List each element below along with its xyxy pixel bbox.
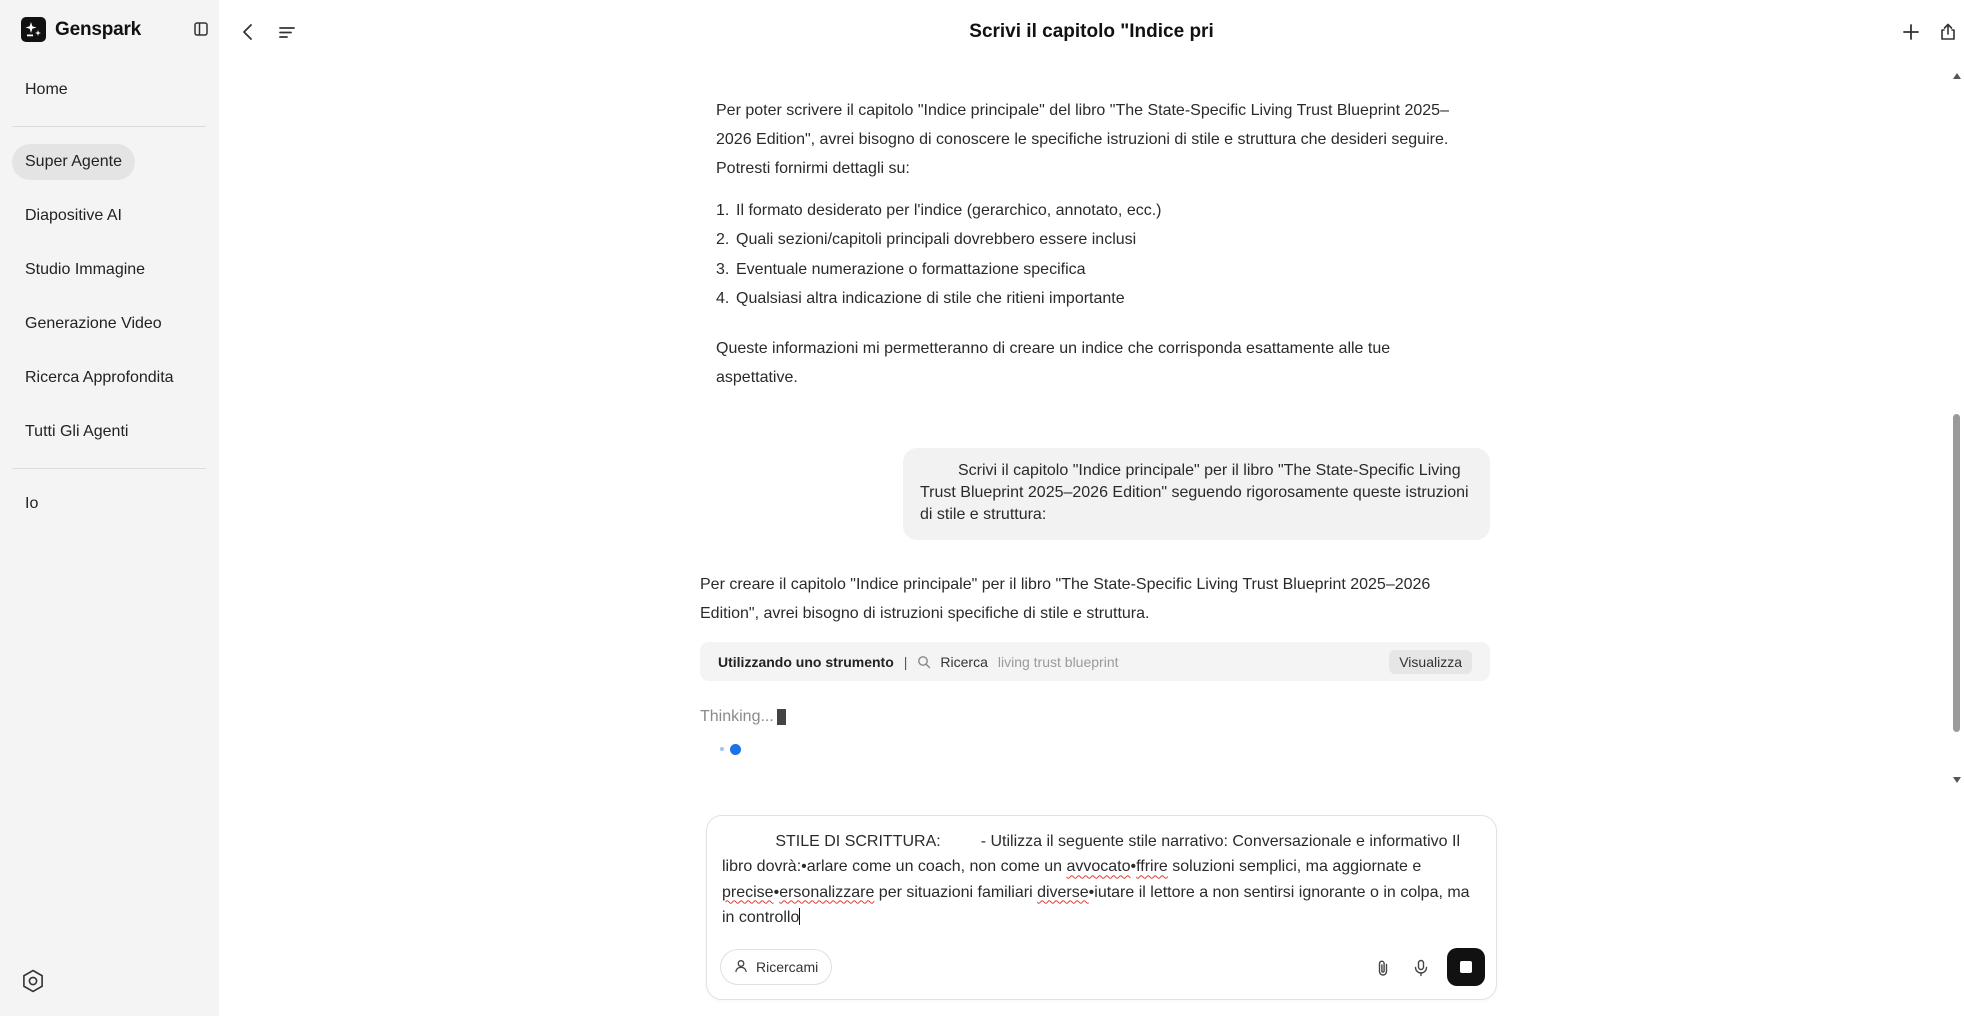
sidebar: Genspark Home Super Agente Diapositive A… (0, 0, 219, 1016)
sidebar-item-label: Super Agente (25, 153, 122, 170)
thinking-indicator: Thinking... (700, 708, 786, 726)
list-item: 1. Il formato desiderato per l'indice (ge… (716, 196, 1476, 225)
list-item-text: Il formato desiderato per l'indice (gera… (736, 202, 1162, 219)
sidebar-item-label: Tutti Gli Agenti (25, 423, 129, 440)
sidebar-item-super-agente[interactable]: Super Agente (12, 144, 135, 180)
stop-icon (1460, 961, 1472, 973)
sidebar-item-ricerca-approfondita[interactable]: Ricerca Approfondita (12, 360, 187, 396)
thinking-text: Thinking... (700, 708, 774, 725)
composer-text-segment: per situazioni familiari (874, 883, 1038, 901)
loading-dot-small (720, 747, 724, 751)
sidebar-item-label: Ricerca Approfondita (25, 369, 174, 386)
tool-separator: | (903, 653, 908, 670)
tool-usage-label: Utilizzando uno strumento (718, 653, 894, 670)
paperclip-icon[interactable] (1372, 957, 1394, 979)
user-message-text: Scrivi il capitolo "Indice principale" p… (920, 462, 1469, 523)
sidebar-item-label: Studio Immagine (25, 261, 146, 278)
top-bar: Scrivi il capitolo "Indice pri (219, 0, 1964, 64)
tool-name: Ricerca (940, 653, 988, 670)
assistant-message-outro: Queste informazioni mi permetteranno di … (716, 340, 1391, 386)
settings-icon[interactable] (20, 968, 46, 994)
person-icon (734, 959, 748, 976)
misspelled-word: precise (722, 883, 774, 901)
assistant-message-intro: Per poter scrivere il capitolo "Indice p… (716, 102, 1449, 177)
scroll-down-arrow-icon[interactable] (1952, 771, 1962, 789)
message-composer: STILE DI SCRITTURA: - Utilizza il seguen… (706, 815, 1497, 1000)
brand-name: Genspark (55, 18, 142, 40)
microphone-icon[interactable] (1410, 957, 1432, 979)
assistant-message: Per creare il capitolo "Indice principal… (700, 576, 1431, 622)
page-title: Scrivi il capitolo "Indice pri (969, 21, 1214, 42)
sidebar-item-label: Home (25, 81, 68, 98)
sidebar-item-tutti-gli-agenti[interactable]: Tutti Gli Agenti (12, 414, 141, 450)
tool-usage-bar: Utilizzando uno strumento | Ricerca livi… (700, 642, 1490, 681)
scrollbar-thumb[interactable] (1953, 414, 1960, 732)
list-item-number: 3. (716, 260, 730, 278)
misspelled-word: ersonalizzare (779, 883, 875, 901)
composer-text-segment: soluzioni semplici, ma aggiornate e (1167, 858, 1426, 876)
list-item-text: Eventuale numerazione o formattazione sp… (736, 260, 1086, 278)
assistant-message-list: 1. Il formato desiderato per l'indice (ge… (716, 196, 1476, 314)
streaming-cursor (776, 709, 786, 725)
view-button[interactable]: Visualizza (1389, 649, 1472, 674)
misspelled-word: avvocato (1066, 858, 1131, 876)
sidebar-item-label: Diapositive AI (25, 207, 122, 224)
user-message: Scrivi il capitolo "Indice principale" p… (903, 448, 1490, 540)
sidebar-item-generazione-video[interactable]: Generazione Video (12, 306, 175, 342)
message-input[interactable]: STILE DI SCRITTURA: - Utilizza il seguen… (722, 829, 1482, 937)
list-item-text: Qualsiasi altra indicazione di stile che… (736, 290, 1125, 308)
tool-query: living trust blueprint (997, 653, 1119, 670)
misspelled-word: ffrire (1136, 858, 1168, 876)
sidebar-toggle-icon[interactable] (192, 20, 210, 38)
list-item: 4. Qualsiasi altra indicazione di stile c… (716, 284, 1476, 313)
loading-dot (730, 744, 741, 755)
ricercami-label: Ricercami (756, 959, 819, 975)
text-cursor (799, 907, 801, 925)
genspark-logo-icon (21, 17, 46, 42)
search-icon (917, 655, 931, 669)
new-chat-icon[interactable] (1899, 20, 1923, 44)
sidebar-item-diapositive-ai[interactable]: Diapositive AI (12, 198, 135, 234)
sidebar-item-label: Io (25, 495, 39, 512)
list-item-text: Quali sezioni/capitoli principali dovreb… (736, 231, 1137, 249)
list-item: 2. Quali sezioni/capitoli principali dovr… (716, 225, 1476, 254)
list-item: 3. Eventuale numerazione o formattazione … (716, 255, 1476, 284)
brand[interactable]: Genspark (21, 17, 141, 42)
sidebar-item-studio-immagine[interactable]: Studio Immagine (12, 252, 158, 288)
sidebar-item-label: Generazione Video (25, 315, 162, 332)
sidebar-divider (12, 126, 206, 127)
list-item-number: 2. (716, 231, 730, 249)
list-item-number: 1. (716, 202, 730, 219)
sidebar-item-io[interactable]: Io (12, 486, 51, 522)
ricercami-button[interactable]: Ricercami (720, 949, 833, 985)
share-icon[interactable] (1936, 20, 1960, 44)
list-item-number: 4. (716, 290, 730, 308)
scroll-up-arrow-icon[interactable] (1952, 67, 1962, 85)
stop-button[interactable] (1447, 948, 1485, 986)
sidebar-item-home[interactable]: Home (12, 72, 81, 108)
misspelled-word: diverse (1037, 883, 1089, 901)
sidebar-divider (12, 468, 206, 469)
